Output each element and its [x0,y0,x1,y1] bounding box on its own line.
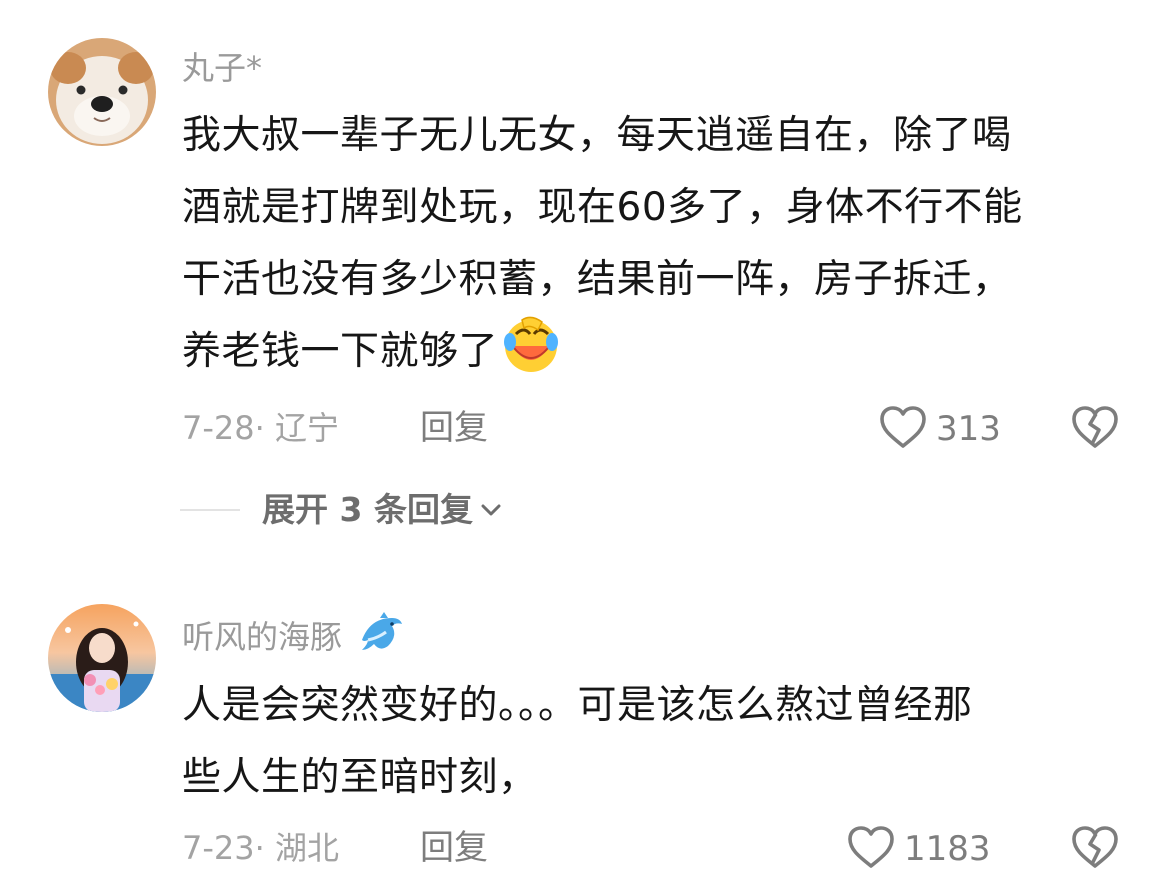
shiba-avatar-image [48,38,156,146]
heart-icon [846,824,896,874]
comment-line: 干活也没有多少积蓄，结果前一阵，房子拆迁， [182,257,1012,302]
broken-heart-icon [1070,406,1120,454]
chevron-down-icon [479,502,503,522]
like-button[interactable]: 313 [878,404,1001,454]
avatar-anime-girl[interactable] [48,604,156,712]
reply-button[interactable]: 回复 [420,408,488,448]
comment-username: 听风的海豚 [182,618,343,656]
comment-item: 丸子* 我大叔一辈子无儿无女，每天逍遥自在，除了喝 酒就是打牌到处玩，现在60多… [0,0,1170,560]
comment-line: 我大叔一辈子无儿无女，每天逍遥自在，除了喝 [182,113,1012,158]
broken-heart-icon [1070,826,1120,874]
comment-line-last: 养老钱一下就够了 [182,316,1132,398]
comment-date-location: 7-23· 湖北 [182,829,339,867]
dislike-button[interactable] [1070,404,1120,454]
comment-line: 些人生的至暗时刻， [182,755,538,800]
comment-body: 人是会突然变好的。。。可是该怎么熬过曾经那 些人生的至暗时刻， [182,670,1132,814]
comment-body: 我大叔一辈子无儿无女，每天逍遥自在，除了喝 酒就是打牌到处玩，现在60多了，身体… [182,100,1132,398]
heart-icon [878,404,928,454]
reply-button[interactable]: 回复 [420,828,488,868]
comment-line: 酒就是打牌到处玩，现在60多了，身体不行不能 [182,185,1023,230]
like-count: 313 [936,409,1001,449]
comment-date-location: 7-28· 辽宁 [182,409,339,447]
comment-username[interactable]: 丸子* [182,48,262,88]
dolphin-icon [358,610,404,665]
comment-item: 听风的海豚 人是会突然变好的。。。可是该怎么熬过曾经那 些人生的至暗时刻， 7-… [0,560,1170,895]
dislike-button[interactable] [1070,824,1120,874]
like-button[interactable]: 1183 [846,824,991,874]
avatar-dog[interactable] [48,38,156,146]
expand-replies-button[interactable]: 展开 3 条回复 [180,488,503,532]
anime-avatar-image [48,604,156,712]
laughing-tears-emoji-icon [502,316,560,398]
like-count: 1183 [904,829,991,869]
comment-line-text: 养老钱一下就够了 [182,329,499,374]
comment-username-row[interactable]: 听风的海豚 [182,610,404,665]
comment-line: 人是会突然变好的。。。可是该怎么熬过曾经那 [182,683,973,728]
expand-replies-label: 展开 3 条回复 [262,490,473,529]
divider [180,509,240,511]
